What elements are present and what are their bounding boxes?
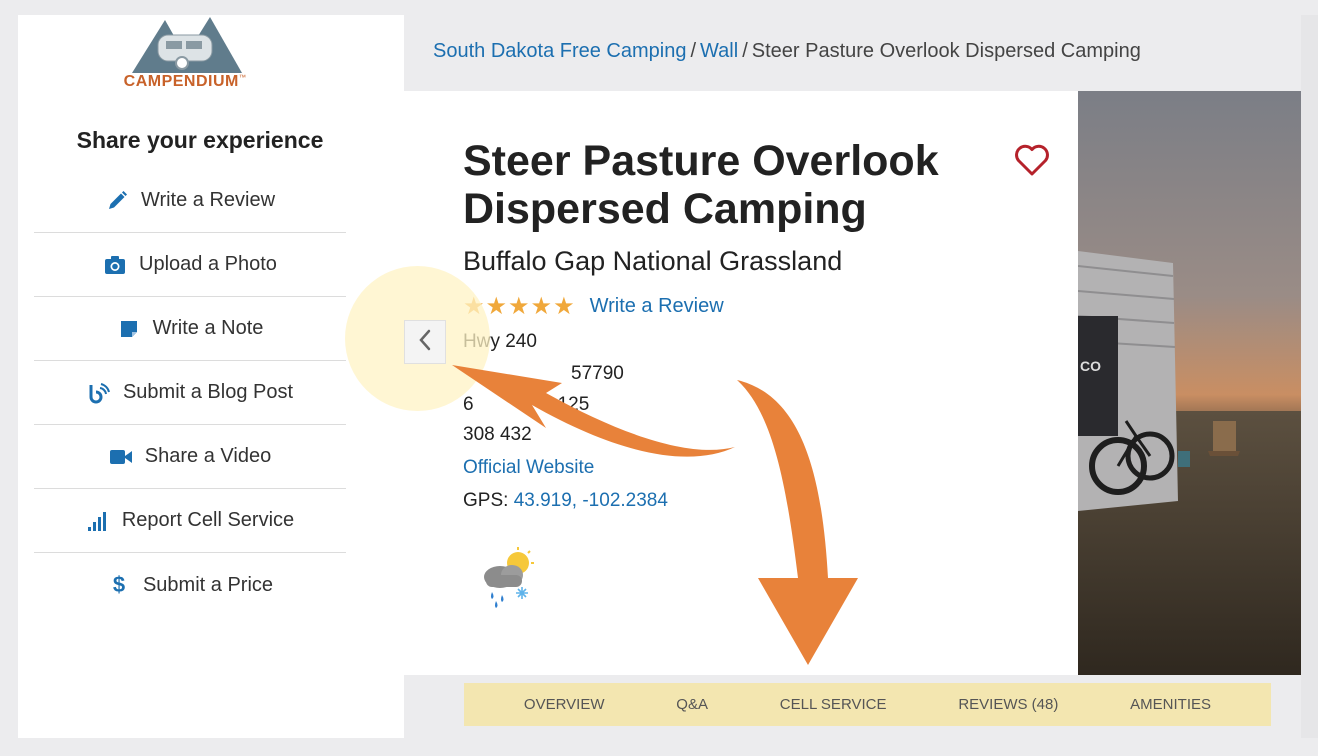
blog-icon [87,381,111,405]
official-website-link[interactable]: Official Website [463,457,594,479]
breadcrumb-separator: / [690,40,697,62]
write-note-button[interactable]: Write a Note [34,297,346,361]
phone-1-suffix: 125 [557,394,590,415]
svg-text:CO: CO [1080,358,1101,374]
tab-reviews[interactable]: REVIEWS (48) [958,696,1058,713]
logo-mountains-icon [132,17,242,73]
rating-row: ★★★★★ Write a Review [463,292,724,321]
breadcrumb: South Dakota Free Camping / Wall / Steer Pas… [433,40,1141,63]
share-menu: Write a Review Upload a Photo Write a No… [34,169,346,617]
phone-1-prefix: 6 [463,394,474,415]
share-video-button[interactable]: Share a Video [34,425,346,489]
phone-2-prefix: 308 [463,424,495,445]
submit-price-label: Submit a Price [142,573,274,596]
zip-code: 57790 [571,363,624,384]
section-tabs: OVERVIEW Q&A CELL SERVICE REVIEWS (48) A… [464,683,1271,726]
dollar-icon: $ [112,572,126,597]
tab-amenities[interactable]: AMENITIES [1130,696,1211,713]
campground-photo-image: CO [1078,91,1301,675]
pencil-icon [105,189,129,213]
submit-price-button[interactable]: $ Submit a Price [34,553,346,617]
collapse-sidebar-button[interactable] [404,320,446,364]
sidebar: CAMPENDIUM™ Share your experience Write … [18,15,404,738]
upload-photo-label: Upload a Photo [139,253,277,275]
phone-line-1: 6 125 [463,394,589,416]
breadcrumb-separator: / [742,40,748,62]
video-icon [109,445,133,469]
right-edge-strip [1301,15,1318,738]
write-review-label: Write a Review [140,189,276,211]
tab-overview[interactable]: OVERVIEW [524,696,605,713]
report-cell-service-button[interactable]: Report Cell Service [34,489,346,553]
tab-qa[interactable]: Q&A [676,696,708,713]
share-experience-title: Share your experience [76,127,324,153]
upload-photo-button[interactable]: Upload a Photo [34,233,346,297]
phone-2-partial: 432 [499,424,532,445]
logo-text: CAMPENDIUM™ [123,73,247,90]
submit-blog-post-button[interactable]: Submit a Blog Post [34,361,346,425]
campground-photo[interactable]: CO [1078,91,1301,675]
submit-blog-post-label: Submit a Blog Post [122,381,294,403]
write-note-label: Write a Note [152,317,264,339]
tab-cell-service[interactable]: CELL SERVICE [780,696,887,713]
report-cell-service-label: Report Cell Service [121,509,295,531]
chevron-left-icon [418,329,432,356]
phone-line-2: 308 432 [463,424,532,446]
camera-icon [103,253,127,277]
campground-subtitle: Buffalo Gap National Grassland [463,246,843,276]
campendium-logo[interactable]: CAMPENDIUM™ [110,15,260,95]
gps-line: GPS: 43.919, -102.2384 [463,490,668,512]
breadcrumb-link-town[interactable]: Wall [700,40,738,62]
signal-icon [86,509,110,533]
share-video-label: Share a Video [144,445,272,467]
gps-label: GPS: [463,490,509,511]
write-review-link[interactable]: Write a Review [590,295,724,318]
campground-title: Steer Pasture Overlook Dispersed Camping [463,137,939,233]
weather-snow-rain-icon [478,545,538,610]
gps-coordinates-link[interactable]: 43.919, -102.2384 [514,490,668,511]
note-icon [117,317,141,341]
favorite-heart-icon[interactable] [1014,143,1050,177]
breadcrumb-current: Steer Pasture Overlook Dispersed Camping [751,40,1141,62]
breadcrumb-link-state[interactable]: South Dakota Free Camping [433,40,686,62]
write-review-button[interactable]: Write a Review [34,169,346,233]
